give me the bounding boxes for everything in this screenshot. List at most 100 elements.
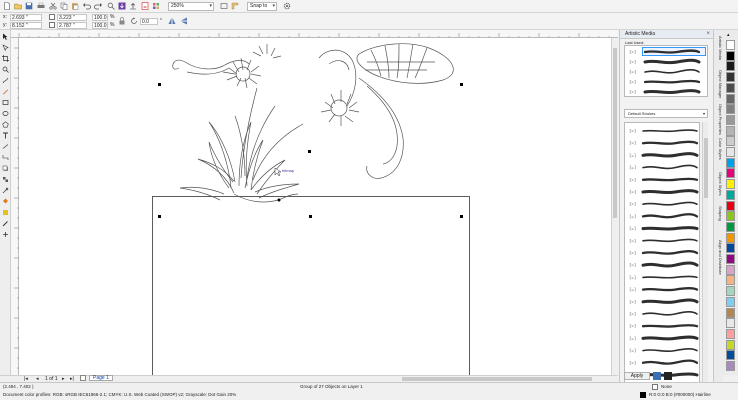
save-icon[interactable] (25, 2, 33, 10)
app-launcher-icon[interactable] (152, 2, 160, 10)
color-swatch[interactable] (726, 275, 735, 286)
last-used-stroke-item[interactable]: [=] (629, 69, 700, 75)
color-swatch[interactable] (726, 61, 735, 72)
docker-tab[interactable]: Align and Distribute (715, 240, 723, 275)
stroke-list-item[interactable]: [=] (629, 226, 699, 231)
pick-tool-icon[interactable] (2, 33, 9, 40)
scale-width-field[interactable]: 100.0 (92, 14, 108, 21)
color-swatch[interactable] (726, 93, 735, 104)
docker-tab[interactable]: Object Properties (715, 104, 723, 135)
stroke-list-item[interactable]: [=] (629, 348, 698, 353)
last-used-list[interactable]: [=] [=] [=] [=] [=] (624, 45, 708, 97)
last-used-stroke-item[interactable]: [=] (629, 49, 701, 55)
stroke-list-item[interactable]: [=] (629, 275, 698, 280)
options-gear-icon[interactable] (283, 2, 291, 10)
mirror-vertical-icon[interactable] (180, 17, 188, 25)
color-swatch[interactable] (726, 179, 735, 190)
stroke-list-item[interactable]: [=] (629, 213, 699, 219)
y-position-field[interactable]: 8.152 " (10, 22, 42, 29)
new-document-icon[interactable] (3, 2, 11, 10)
stroke-list-item[interactable]: [=] (629, 201, 698, 207)
stroke-list-item[interactable]: [=] (629, 164, 698, 170)
color-swatch[interactable] (726, 339, 735, 350)
color-swatch[interactable] (726, 136, 735, 147)
lock-ratio-icon[interactable] (118, 17, 126, 25)
cut-icon[interactable] (49, 2, 57, 10)
last-used-stroke-item[interactable]: [=] (629, 89, 701, 95)
stroke-list-item[interactable]: [=] (629, 152, 699, 158)
eyedropper-tool-icon[interactable] (2, 187, 9, 194)
add-page-icon[interactable] (80, 375, 86, 381)
outline-swatch-icon[interactable] (640, 392, 646, 398)
color-swatch[interactable] (726, 286, 735, 297)
open-folder-icon[interactable] (14, 2, 22, 10)
x-position-field[interactable]: 2.693 " (10, 14, 42, 21)
docker-tab[interactable]: Color Styles (715, 138, 723, 160)
zoom-level-dropdown[interactable]: 250% ▾ (168, 2, 214, 11)
scroll-thumb[interactable] (402, 377, 592, 381)
docker-tab[interactable]: Shaping (715, 206, 723, 221)
stroke-list-item[interactable]: [=] (629, 140, 699, 146)
stroke-list-item[interactable]: [=] (629, 238, 698, 243)
stroke-list-item[interactable]: [=] (629, 324, 699, 329)
scale-height-field[interactable]: 100.0 (92, 22, 108, 29)
color-profiles[interactable]: Document color profiles: RGB: sRGB IEC61… (3, 392, 236, 397)
polygon-tool-icon[interactable] (2, 121, 9, 128)
text-tool-icon[interactable] (2, 132, 9, 139)
palette-scroll-up-icon[interactable]: ▴ (727, 32, 730, 38)
shape-tool-icon[interactable] (2, 44, 9, 51)
import-icon[interactable] (118, 2, 126, 10)
rotation-angle-field[interactable]: 0.0 (140, 18, 158, 25)
apply-button[interactable]: Apply (624, 372, 650, 380)
close-icon[interactable]: × (706, 31, 710, 37)
stroke-list-item[interactable]: [=] (629, 189, 699, 195)
color-swatch[interactable] (726, 50, 735, 61)
horizontal-ruler[interactable] (11, 30, 618, 38)
vertical-ruler[interactable] (11, 38, 19, 375)
vertical-scrollbar[interactable] (611, 38, 618, 375)
stroke-list-item[interactable]: [=] (629, 298, 699, 304)
color-swatch[interactable] (726, 350, 735, 361)
docker-tab[interactable]: Object Manager (715, 70, 723, 98)
export-icon[interactable] (129, 2, 137, 10)
color-swatch[interactable] (726, 307, 735, 318)
last-used-stroke-item[interactable]: [=] (629, 80, 701, 85)
color-swatch[interactable] (726, 40, 735, 50)
connector-tool-icon[interactable] (2, 154, 9, 161)
add-tool-icon[interactable] (2, 231, 9, 238)
redo-icon[interactable] (94, 2, 102, 10)
stroke-list-item[interactable]: [=] (629, 287, 699, 292)
color-swatch[interactable] (726, 147, 735, 157)
copy-icon[interactable] (60, 2, 68, 10)
color-swatch[interactable] (726, 318, 735, 329)
freehand-tool-icon[interactable] (2, 77, 9, 84)
scroll-thumb[interactable] (613, 48, 617, 218)
color-swatch[interactable] (726, 243, 735, 254)
stroke-list-item[interactable]: [=] (629, 359, 699, 365)
color-swatch[interactable] (726, 125, 735, 136)
color-swatch[interactable] (726, 296, 735, 307)
fill-swatch-icon[interactable] (652, 384, 658, 390)
undo-icon[interactable] (83, 2, 91, 10)
full-screen-icon[interactable] (220, 2, 228, 10)
zoom-tool-icon[interactable] (2, 66, 9, 73)
color-swatch[interactable] (726, 361, 735, 371)
color-swatch[interactable] (726, 82, 735, 93)
rectangle-tool-icon[interactable] (2, 99, 9, 106)
delete-stroke-icon[interactable] (664, 372, 672, 380)
stroke-list-item[interactable]: [=] (629, 177, 699, 182)
outline-pen-tool-icon[interactable] (2, 220, 9, 227)
print-icon[interactable] (37, 2, 45, 10)
color-swatch[interactable] (726, 264, 735, 275)
drawing-canvas[interactable]: bitmap (19, 38, 618, 375)
color-swatch[interactable] (726, 104, 735, 115)
save-stroke-icon[interactable] (653, 372, 661, 380)
color-swatch[interactable] (726, 114, 735, 125)
width-field[interactable]: 3.223 " (57, 14, 87, 21)
page-tab[interactable]: Page 1 (89, 375, 113, 381)
stroke-list[interactable]: [=] [=] [=] [=] [=] [=] [=] [=] [=] [=] [=] [=] [=] [… (624, 122, 700, 397)
crop-tool-icon[interactable] (2, 55, 9, 62)
rulers-icon[interactable] (231, 2, 239, 10)
color-swatch[interactable] (726, 211, 735, 222)
last-used-stroke-item[interactable]: [=] (629, 58, 701, 65)
